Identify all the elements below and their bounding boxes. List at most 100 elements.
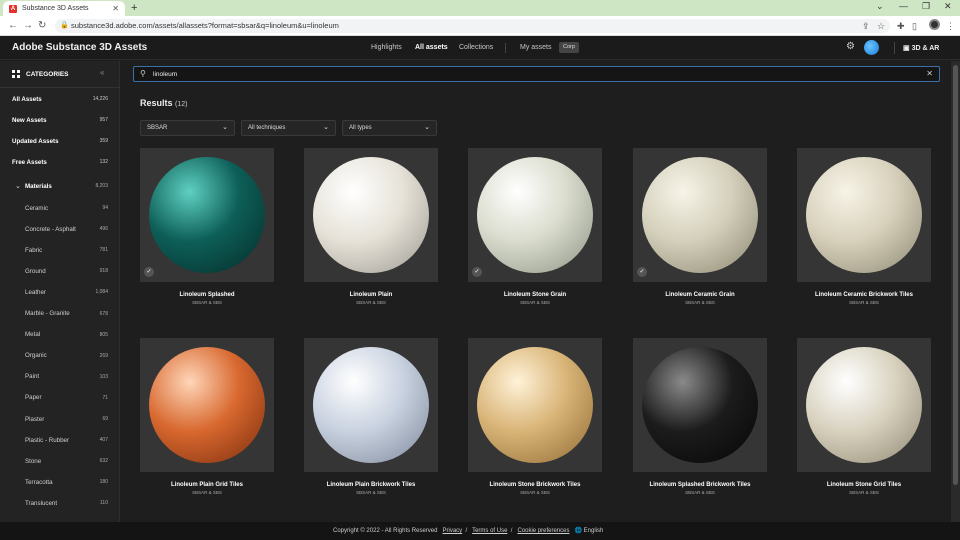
material-sphere-preview (642, 347, 758, 463)
asset-thumbnail[interactable] (468, 338, 602, 472)
sidebar-item-label: Metal (25, 331, 41, 339)
copyright-text: Copyright © 2022 - All Rights Reserved (333, 528, 438, 534)
material-sphere-preview (642, 157, 758, 273)
sidebar-item-count: 632 (99, 458, 108, 465)
share-icon[interactable]: ⇪ (862, 21, 870, 32)
page-scrollbar[interactable] (951, 61, 960, 540)
asset-title[interactable]: Linoleum Stone Grain (458, 292, 612, 298)
nav-my-assets[interactable]: My assets (520, 44, 552, 51)
asset-title[interactable]: Linoleum Plain (294, 292, 448, 298)
format-dropdown[interactable]: SBSAR ⌄ (140, 120, 235, 136)
material-sphere-preview (806, 157, 922, 273)
sidebar-item-count: 180 (99, 479, 108, 486)
asset-format: SBSAR & SBS (685, 490, 715, 495)
close-tab-icon[interactable]: ✕ (112, 4, 119, 13)
asset-title[interactable]: Linoleum Plain Brickwork Tiles (294, 482, 448, 488)
browser-menu-icon[interactable]: ⋮ (946, 21, 955, 32)
collapse-sidebar-icon[interactable]: « (100, 68, 104, 77)
types-dropdown[interactable]: All types ⌄ (342, 120, 437, 136)
types-dropdown-value: All types (349, 125, 372, 131)
clear-search-icon[interactable]: ✕ (926, 69, 933, 78)
grid-icon (12, 70, 20, 78)
globe-icon: 🌐 (574, 528, 582, 534)
asset-format: SBSAR & SBS (356, 300, 386, 305)
material-sphere-preview (477, 347, 593, 463)
asset-thumbnail[interactable]: ✓ (633, 148, 767, 282)
url-text: substance3d.adobe.com/assets/allassets?f… (71, 21, 339, 30)
asset-format: SBSAR & SBS (192, 300, 222, 305)
nav-all-assets[interactable]: All assets (415, 44, 448, 51)
asset-title[interactable]: Linoleum Ceramic Grain (623, 292, 777, 298)
sidebar-item-count: 918 (99, 268, 108, 275)
asset-format: SBSAR & SBS (356, 490, 386, 495)
search-bar: ⚲ ✕ (133, 66, 940, 82)
brand-title[interactable]: Adobe Substance 3D Assets (12, 42, 147, 53)
cookie-preferences-link[interactable]: Cookie preferences (517, 528, 569, 534)
sidebar-item-label: New Assets (12, 116, 47, 124)
close-window-icon[interactable]: ✕ (944, 1, 952, 12)
sidebar-item-count: 71 (102, 394, 108, 401)
sidebar-item-count: 805 (99, 331, 108, 338)
tab-search-icon[interactable]: ⌄ (876, 1, 884, 12)
nav-highlights[interactable]: Highlights (371, 44, 402, 51)
asset-thumbnail[interactable] (797, 338, 931, 472)
gear-icon[interactable]: ⚙ (846, 41, 855, 52)
new-tab-button[interactable]: + (131, 2, 137, 14)
nav-divider (505, 43, 506, 53)
asset-thumbnail[interactable]: ✓ (468, 148, 602, 282)
adobe-favicon-icon: A (9, 4, 17, 13)
language-selector[interactable]: English (584, 528, 604, 534)
terms-link[interactable]: Terms of Use (472, 528, 507, 534)
sidebar-item-count: 103 (99, 373, 108, 380)
sidebar-item-label: Ceramic (25, 204, 49, 212)
asset-title[interactable]: Linoleum Splashed Brickwork Tiles (623, 482, 777, 488)
extensions-icon[interactable]: ✚ (897, 21, 905, 32)
sidebar-item-count: 14,226 (92, 96, 108, 102)
forward-icon[interactable]: → (23, 20, 33, 31)
asset-thumbnail[interactable] (304, 338, 438, 472)
user-avatar[interactable] (864, 40, 879, 55)
url-field[interactable]: 🔒 substance3d.adobe.com/assets/allassets… (55, 19, 890, 33)
ar-link-label: 3D & AR (911, 45, 940, 52)
asset-thumbnail[interactable] (797, 148, 931, 282)
sidebar-item-label: Leather (25, 288, 46, 296)
asset-title[interactable]: Linoleum Splashed (130, 292, 284, 298)
search-input[interactable] (153, 69, 913, 80)
sidebar-item-label: Marble - Granite (25, 310, 70, 317)
owned-check-icon: ✓ (472, 267, 482, 277)
corp-badge[interactable]: Corp (559, 42, 579, 53)
sidebar-icon[interactable]: ▯ (912, 21, 917, 32)
asset-format: SBSAR & SBS (192, 490, 222, 495)
browser-tabstrip: A Substance 3D Assets ✕ + ⌄ — ❐ ✕ (0, 0, 960, 16)
sidebar-item-count: 359 (99, 138, 108, 144)
asset-thumbnail[interactable] (633, 338, 767, 472)
material-sphere-preview (477, 157, 593, 273)
asset-thumbnail[interactable]: ✓ (140, 148, 274, 282)
sidebar-item-count: 69 (102, 416, 108, 422)
nav-collections[interactable]: Collections (459, 44, 493, 51)
asset-title[interactable]: Linoleum Stone Brickwork Tiles (458, 482, 612, 488)
asset-thumbnail[interactable] (140, 338, 274, 472)
maximize-icon[interactable]: ❐ (922, 1, 930, 12)
categories-header: CATEGORIES (12, 70, 69, 78)
back-icon[interactable]: ← (8, 20, 18, 31)
asset-title[interactable]: Linoleum Stone Grid Tiles (787, 482, 941, 488)
asset-title[interactable]: Linoleum Plain Grid Tiles (130, 482, 284, 488)
reload-icon[interactable]: ↻ (38, 20, 46, 31)
privacy-link[interactable]: Privacy (443, 528, 463, 534)
owned-check-icon: ✓ (637, 267, 647, 277)
browser-tab[interactable]: A Substance 3D Assets ✕ (3, 1, 125, 16)
sidebar-item-label: Terracotta (25, 478, 53, 486)
profile-avatar[interactable] (929, 19, 940, 30)
sidebar-divider (0, 87, 120, 88)
asset-thumbnail[interactable] (304, 148, 438, 282)
lock-icon: 🔒 (60, 22, 69, 29)
minimize-icon[interactable]: — (899, 1, 908, 11)
ar-link[interactable]: ▣ 3D & AR (903, 44, 939, 52)
chevron-down-icon: ⌄ (323, 124, 329, 131)
asset-title[interactable]: Linoleum Ceramic Brickwork Tiles (787, 292, 941, 298)
bookmark-star-icon[interactable]: ☆ (877, 21, 885, 32)
scrollbar-thumb[interactable] (953, 65, 958, 485)
chevron-down-icon[interactable]: ⌄ (15, 182, 21, 190)
techniques-dropdown[interactable]: All techniques ⌄ (241, 120, 336, 136)
